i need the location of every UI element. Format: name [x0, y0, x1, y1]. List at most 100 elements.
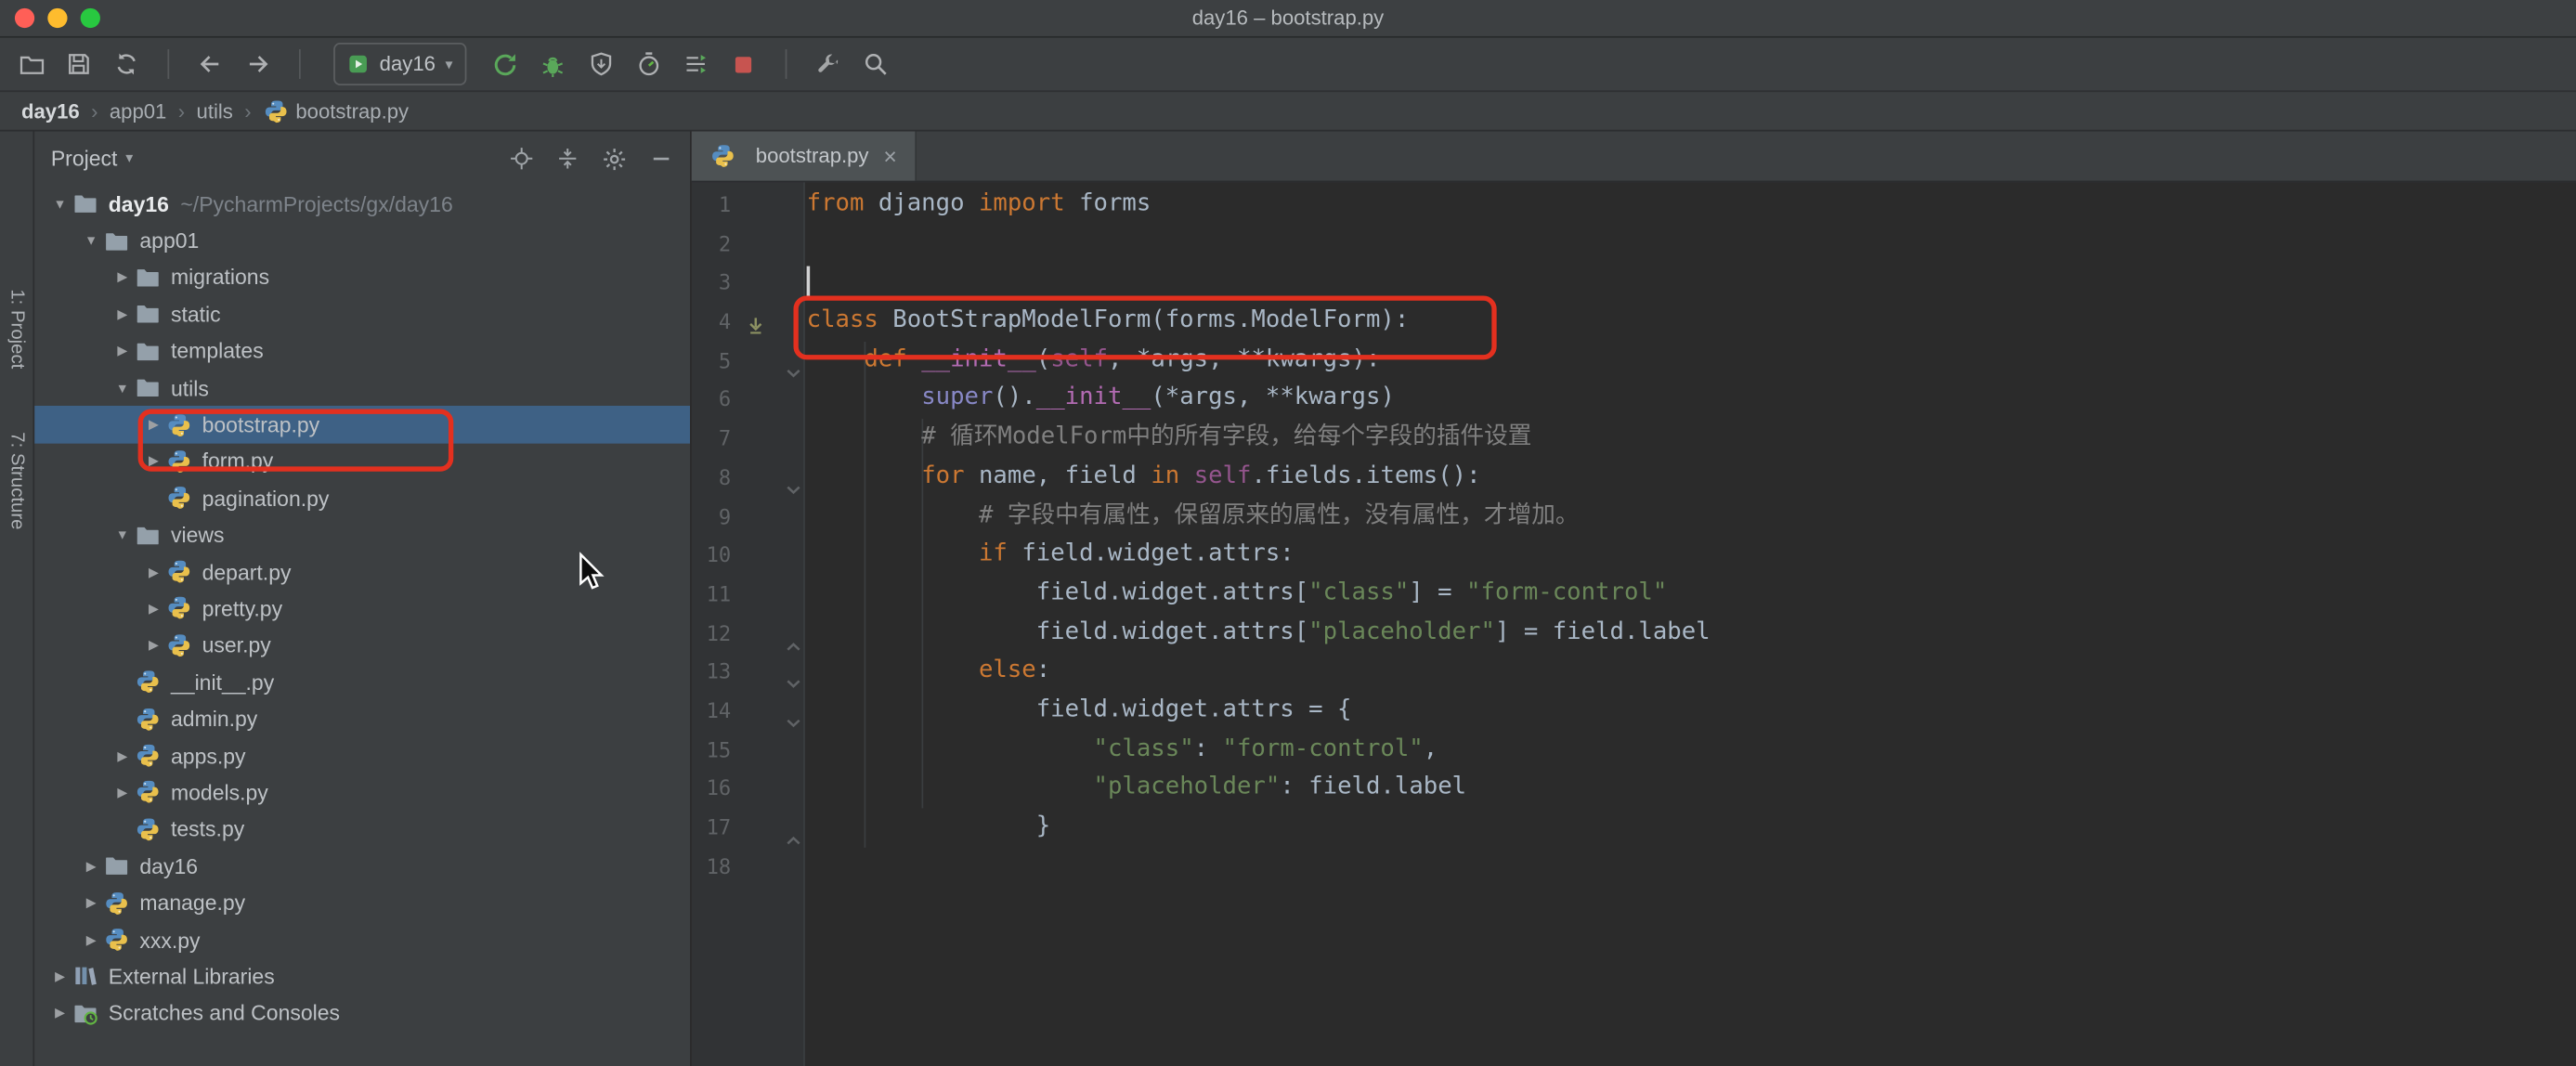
code-line[interactable]	[807, 264, 2576, 303]
code-line[interactable]	[807, 847, 2576, 886]
code-line[interactable]	[807, 225, 2576, 264]
code-line[interactable]: class BootStrapModelForm(forms.ModelForm…	[807, 303, 2576, 342]
tree-item-admin-py[interactable]: admin.py	[34, 700, 690, 737]
chevron-collapsed-icon[interactable]: ▶	[141, 601, 166, 616]
text-caret	[806, 266, 811, 298]
tree-item-pretty-py[interactable]: ▶ pretty.py	[34, 591, 690, 628]
chevron-collapsed-icon[interactable]: ▶	[111, 748, 136, 763]
chevron-expanded-icon[interactable]: ▼	[79, 233, 104, 248]
editor-tab-bootstrap-py[interactable]: bootstrap.py ×	[691, 131, 917, 181]
code-line[interactable]: if field.widget.attrs:	[807, 536, 2576, 575]
breadcrumb-item-utils[interactable]: utils	[197, 99, 233, 123]
tree-item-views[interactable]: ▼ views	[34, 516, 690, 553]
profiler-button[interactable]	[627, 43, 670, 85]
chevron-collapsed-icon[interactable]: ▶	[111, 786, 136, 800]
tree-item-static[interactable]: ▶ static	[34, 296, 690, 333]
python-file-icon	[135, 669, 163, 695]
chevron-collapsed-icon[interactable]: ▶	[111, 270, 136, 285]
breadcrumb-item-bootstrap-py[interactable]: bootstrap.py	[263, 98, 409, 124]
back-button[interactable]	[189, 43, 231, 85]
editor-tab-bar: bootstrap.py ×	[691, 131, 2576, 183]
debug-button[interactable]	[531, 43, 574, 85]
project-panel-title[interactable]: Project	[51, 146, 118, 171]
fold-open-marker-icon[interactable]	[786, 472, 802, 494]
tree-item-models-py[interactable]: ▶ models.py	[34, 774, 690, 812]
chevron-collapsed-icon[interactable]: ▶	[79, 932, 104, 947]
concurrency-button[interactable]	[674, 43, 717, 85]
coverage-button[interactable]	[579, 43, 622, 85]
open-button[interactable]	[10, 43, 53, 85]
tree-item-bootstrap-py[interactable]: ▶ bootstrap.py	[34, 406, 691, 444]
tool-stripe-button-project[interactable]: 1: Project	[7, 289, 26, 369]
search-button[interactable]	[853, 43, 896, 85]
code-line[interactable]: "placeholder": field.label	[807, 769, 2576, 808]
locate-button[interactable]	[509, 146, 534, 171]
chevron-expanded-icon[interactable]: ▼	[111, 527, 136, 542]
code-line[interactable]: "class": "form-control",	[807, 731, 2576, 770]
chevron-collapsed-icon[interactable]: ▶	[141, 454, 166, 469]
tree-item-external-libraries[interactable]: ▶ External Libraries	[34, 958, 690, 995]
rerun-button[interactable]	[484, 43, 527, 85]
tree-item-scratches-and-consoles[interactable]: ▶ Scratches and Consoles	[34, 994, 690, 1032]
tree-item-templates[interactable]: ▶ templates	[34, 332, 690, 370]
chevron-collapsed-icon[interactable]: ▶	[141, 638, 166, 653]
tree-item-app01[interactable]: ▼ app01	[34, 223, 690, 260]
code-content: from django import forms class BootStrapM…	[807, 186, 2576, 886]
tree-item-depart-py[interactable]: ▶ depart.py	[34, 553, 690, 591]
chevron-collapsed-icon[interactable]: ▶	[79, 895, 104, 910]
tool-stripe-button-structure[interactable]: 7: Structure	[7, 432, 26, 529]
class-gutter-arrow-icon[interactable]	[746, 311, 765, 334]
code-line[interactable]: field.widget.attrs = {	[807, 692, 2576, 731]
stop-button[interactable]	[722, 43, 765, 85]
settings-button[interactable]	[601, 146, 627, 172]
code-line[interactable]: from django import forms	[807, 186, 2576, 225]
fold-close-marker-icon[interactable]	[786, 822, 802, 845]
breadcrumb-item-app01[interactable]: app01	[110, 99, 167, 123]
chevron-expanded-icon[interactable]: ▼	[111, 381, 136, 396]
tree-item-user-py[interactable]: ▶ user.py	[34, 627, 690, 664]
hide-button[interactable]	[649, 146, 674, 171]
fold-open-marker-icon[interactable]	[786, 666, 802, 689]
chevron-collapsed-icon[interactable]: ▶	[141, 417, 166, 432]
chevron-expanded-icon[interactable]: ▼	[47, 197, 72, 212]
tree-item-manage-py[interactable]: ▶ manage.py	[34, 885, 690, 922]
tree-item-pagination-py[interactable]: pagination.py	[34, 480, 690, 517]
chevron-collapsed-icon[interactable]: ▶	[141, 565, 166, 579]
tree-item-__init__-py[interactable]: __init__.py	[34, 664, 690, 701]
tree-item-tests-py[interactable]: tests.py	[34, 811, 690, 848]
code-line[interactable]: for name, field in self.fields.items():	[807, 458, 2576, 497]
fold-open-marker-icon[interactable]	[786, 705, 802, 728]
close-tab-icon[interactable]: ×	[883, 145, 896, 168]
tree-item-day16[interactable]: ▶ day16	[34, 848, 690, 885]
code-line[interactable]: # 字段中有属性，保留原来的属性，没有属性，才增加。	[807, 497, 2576, 536]
collapse-all-button[interactable]	[555, 146, 580, 171]
tools-button[interactable]	[806, 43, 849, 85]
save-button[interactable]	[58, 43, 100, 85]
tree-item-apps-py[interactable]: ▶ apps.py	[34, 737, 690, 774]
code-editor[interactable]: 1 2 3 4 5 6 7 8 9 10 11 12 13 14 15 16 17 18 from django …	[691, 182, 2576, 1066]
fold-open-marker-icon[interactable]	[786, 355, 802, 378]
run-config-selector[interactable]: day16 ▾	[333, 42, 466, 85]
code-line[interactable]: # 循环ModelForm中的所有字段，给每个字段的插件设置	[807, 419, 2576, 458]
fold-close-marker-icon[interactable]	[786, 627, 802, 651]
code-line[interactable]: super().__init__(*args, **kwargs)	[807, 380, 2576, 419]
chevron-collapsed-icon[interactable]: ▶	[47, 969, 72, 984]
chevron-collapsed-icon[interactable]: ▶	[47, 1006, 72, 1020]
code-line[interactable]: }	[807, 808, 2576, 847]
forward-button[interactable]	[237, 43, 280, 85]
chevron-collapsed-icon[interactable]: ▶	[79, 859, 104, 874]
tree-item-day16[interactable]: ▼ day16 ~/PycharmProjects/gx/day16	[34, 186, 690, 223]
code-line[interactable]: field.widget.attrs["placeholder"] = fiel…	[807, 614, 2576, 653]
code-line[interactable]: def __init__(self, *args, **kwargs):	[807, 342, 2576, 381]
sync-button[interactable]	[105, 43, 148, 85]
chevron-collapsed-icon[interactable]: ▶	[111, 307, 136, 322]
tree-item-utils[interactable]: ▼ utils	[34, 370, 690, 407]
tree-item-migrations[interactable]: ▶ migrations	[34, 259, 690, 296]
line-number: 11	[706, 581, 732, 606]
breadcrumb-item-day16[interactable]: day16	[21, 99, 80, 123]
code-line[interactable]: field.widget.attrs["class"] = "form-cont…	[807, 575, 2576, 614]
tree-item-form-py[interactable]: ▶ form.py	[34, 443, 690, 480]
tree-item-xxx-py[interactable]: ▶ xxx.py	[34, 921, 690, 958]
chevron-collapsed-icon[interactable]: ▶	[111, 344, 136, 358]
code-line[interactable]: else:	[807, 653, 2576, 692]
